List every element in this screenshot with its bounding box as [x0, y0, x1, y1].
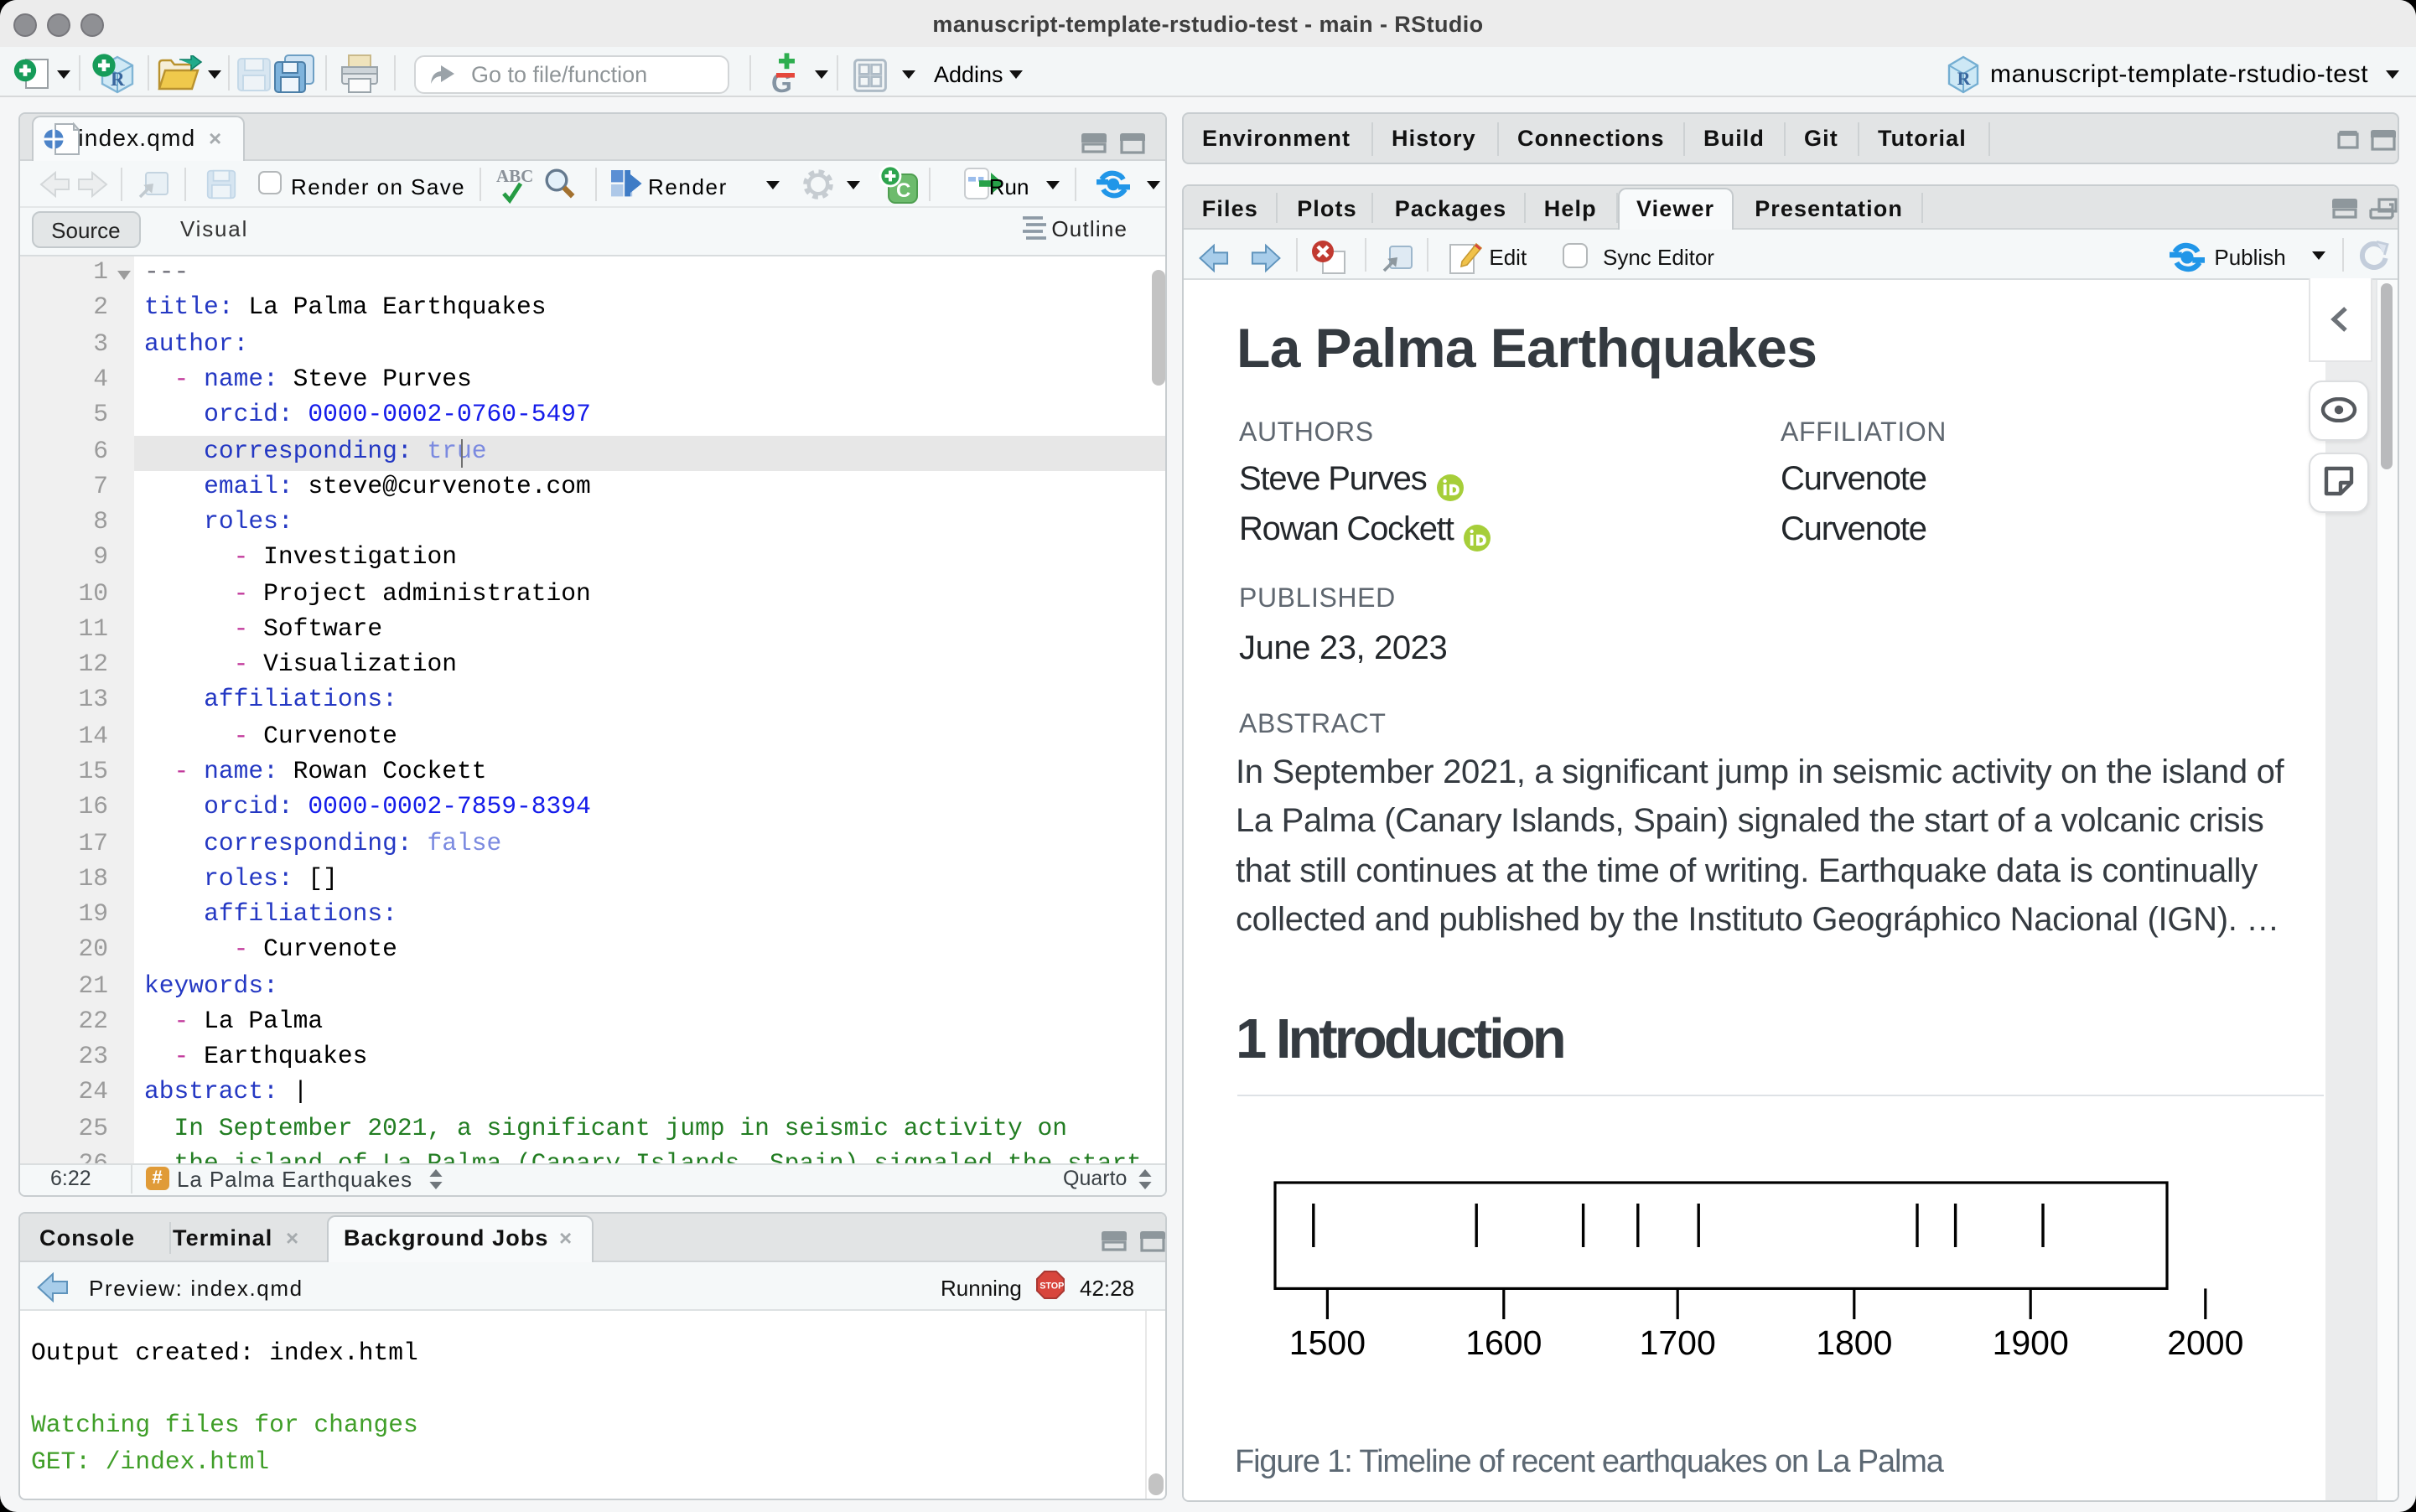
svg-text:STOP: STOP	[1039, 1282, 1063, 1292]
svg-text:1500: 1500	[1289, 1323, 1366, 1362]
svg-text:ABC: ABC	[495, 165, 532, 185]
svg-text:G: G	[771, 68, 792, 96]
svg-text:1600: 1600	[1465, 1323, 1542, 1362]
svg-text:1800: 1800	[1816, 1323, 1892, 1362]
svg-text:R: R	[1957, 68, 1972, 89]
svg-text:1900: 1900	[1993, 1323, 2069, 1362]
svg-text:1700: 1700	[1640, 1323, 1716, 1362]
svg-text:2000: 2000	[2167, 1323, 2243, 1362]
